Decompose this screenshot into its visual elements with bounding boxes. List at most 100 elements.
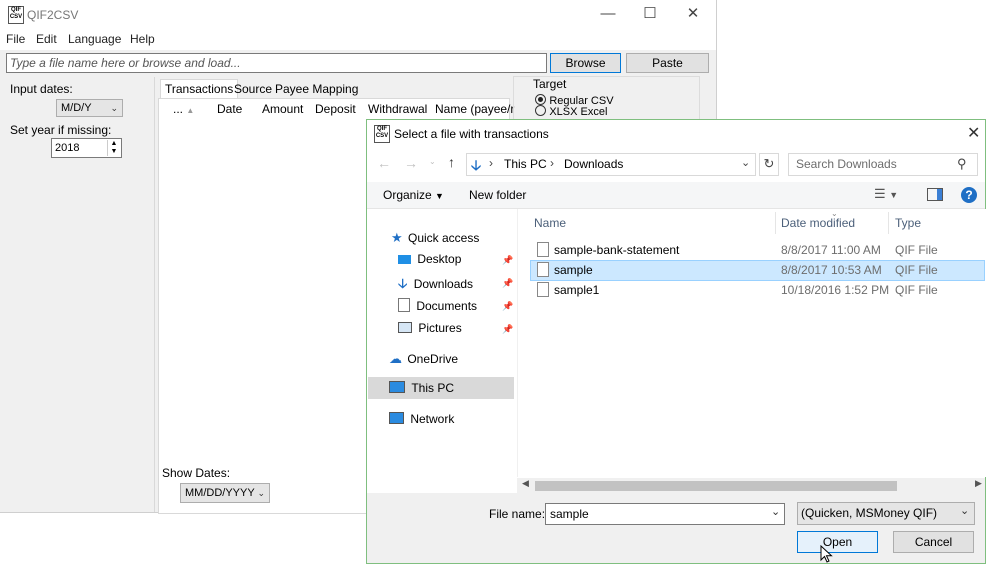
file-type: QIF File	[895, 243, 938, 257]
column-header-amount[interactable]: Amount	[262, 102, 303, 116]
chevron-down-icon: ⌄	[960, 505, 970, 517]
close-button[interactable]: ✕	[671, 0, 715, 28]
scroll-right-icon[interactable]: ▶	[975, 478, 982, 489]
dialog-close-icon[interactable]: ✕	[967, 123, 980, 143]
desktop-icon	[398, 255, 411, 264]
path-input[interactable]: Type a file name here or browse and load…	[6, 53, 547, 73]
address-chevron-down-icon[interactable]: ⌄	[741, 156, 750, 169]
column-header-name[interactable]: Name (payee/r	[435, 102, 514, 116]
nav-documents[interactable]: Documents	[398, 298, 477, 313]
pin-icon: 📌	[502, 255, 514, 265]
search-placeholder: Search Downloads	[796, 157, 897, 171]
chevron-down-icon[interactable]: ⌄	[771, 505, 780, 518]
nav-downloads[interactable]: 🡣 Downloads	[398, 275, 473, 297]
sort-up-icon: ▲	[186, 106, 195, 115]
breadcrumb-this-pc[interactable]: This PC	[504, 157, 547, 171]
nav-network[interactable]: Network	[389, 412, 454, 426]
column-header-date[interactable]: Date	[217, 102, 242, 116]
new-folder-button[interactable]: New folder	[469, 188, 526, 202]
chevron-down-icon: ⌄	[110, 103, 118, 113]
chevron-right-icon: ›	[550, 156, 554, 170]
breadcrumb-downloads[interactable]: Downloads	[564, 157, 623, 171]
scroll-left-icon[interactable]: ◀	[522, 478, 529, 489]
column-divider[interactable]	[775, 212, 776, 234]
file-row-selected[interactable]: sample 8/8/2017 10:53 AM QIF File	[530, 260, 985, 281]
chevron-right-icon: ›	[489, 156, 493, 170]
view-options-icon[interactable]: ☰ ▼	[874, 186, 898, 202]
app-icon: QIF CSV	[374, 125, 390, 143]
tab-payee-mapping[interactable]: Payee Mapping	[271, 80, 362, 98]
file-name-input[interactable]: sample ⌄	[545, 503, 785, 525]
file-type: QIF File	[895, 283, 938, 297]
refresh-icon[interactable]: ↻	[759, 153, 779, 176]
file-name: sample	[554, 263, 593, 277]
back-arrow-icon[interactable]: ←	[377, 155, 391, 171]
nav-pictures[interactable]: Pictures	[398, 321, 462, 335]
input-dates-value: M/D/Y	[61, 102, 92, 114]
file-row[interactable]: sample-bank-statement 8/8/2017 11:00 AM …	[530, 240, 985, 259]
search-input[interactable]: Search Downloads ⚲	[788, 153, 978, 176]
browse-button[interactable]: Browse	[550, 53, 621, 73]
file-row[interactable]: sample1 10/18/2016 1:52 PM QIF File	[530, 280, 985, 299]
chevron-down-icon: ⌄	[257, 488, 265, 498]
nav-onedrive[interactable]: ☁ OneDrive	[389, 351, 458, 367]
file-type: QIF File	[895, 263, 938, 277]
cancel-button[interactable]: Cancel	[893, 531, 974, 553]
window-title: QIF2CSV	[27, 8, 79, 22]
forward-arrow-icon[interactable]: →	[404, 155, 418, 171]
column-name[interactable]: Name	[534, 216, 566, 230]
title-bar: QIF CSV QIF2CSV — ☐ ✕	[0, 0, 716, 30]
network-icon	[389, 412, 404, 424]
menu-language[interactable]: Language	[68, 32, 121, 46]
pictures-icon	[398, 322, 412, 333]
menu-edit[interactable]: Edit	[36, 32, 57, 46]
search-icon: ⚲	[957, 156, 967, 171]
file-date: 8/8/2017 10:53 AM	[781, 263, 882, 277]
address-bar[interactable]: 🡣 › This PC › Downloads ⌄	[466, 153, 756, 176]
paste-button[interactable]: Paste	[626, 53, 709, 73]
column-header-more[interactable]: ... ▲	[173, 102, 194, 116]
column-header-deposit[interactable]: Deposit	[315, 102, 356, 116]
file-open-dialog: QIF CSV Select a file with transactions …	[366, 119, 986, 564]
file-name: sample1	[554, 283, 600, 297]
pin-icon: 📌	[502, 324, 514, 334]
column-type[interactable]: Type	[895, 216, 921, 230]
file-date: 8/8/2017 11:00 AM	[781, 243, 881, 257]
help-icon[interactable]: ?	[961, 187, 977, 203]
column-date-modified[interactable]: Date modified	[781, 216, 855, 230]
file-icon	[537, 282, 549, 297]
set-year-label: Set year if missing:	[10, 123, 112, 137]
nav-desktop[interactable]: Desktop	[398, 252, 461, 266]
maximize-button[interactable]: ☐	[628, 0, 672, 28]
up-arrow-icon[interactable]: ↑	[448, 154, 455, 170]
radio-xlsx-excel[interactable]: XLSX Excel	[535, 104, 607, 118]
horizontal-scrollbar[interactable]: ◀ ▶	[517, 478, 985, 493]
file-type-filter-select[interactable]: (Quicken, MSMoney QIF) ⌄	[797, 502, 975, 525]
cloud-icon: ☁	[389, 351, 402, 366]
file-date: 10/18/2016 1:52 PM	[781, 283, 890, 297]
scrollbar-thumb[interactable]	[535, 481, 897, 491]
minimize-button[interactable]: —	[586, 0, 630, 28]
organize-button[interactable]: Organize ▼	[383, 188, 444, 202]
file-name-value: sample	[550, 507, 589, 521]
column-header-withdrawal[interactable]: Withdrawal	[368, 102, 427, 116]
show-dates-value: MM/DD/YYYY	[185, 487, 255, 499]
recent-chevron-down-icon[interactable]: ⌄	[429, 157, 436, 166]
nav-quick-access[interactable]: ★ Quick access	[391, 230, 479, 246]
open-button[interactable]: Open	[797, 531, 878, 553]
menu-help[interactable]: Help	[130, 32, 155, 46]
menu-file[interactable]: File	[6, 32, 25, 46]
file-name-label: File name:	[489, 507, 546, 521]
tab-source[interactable]: Source	[230, 80, 276, 98]
input-dates-select[interactable]: M/D/Y ⌄	[56, 99, 123, 117]
show-dates-select[interactable]: MM/DD/YYYY ⌄	[180, 483, 270, 503]
downloads-arrow-icon: 🡣	[471, 157, 482, 173]
year-stepper[interactable]: 2018 ▲ ▼	[51, 138, 122, 158]
file-icon	[537, 262, 549, 277]
stepper-arrows-icon[interactable]: ▲ ▼	[107, 140, 120, 156]
file-icon	[537, 242, 549, 257]
star-icon: ★	[391, 230, 403, 245]
tab-transactions[interactable]: Transactions	[160, 79, 239, 99]
column-divider[interactable]	[888, 212, 889, 234]
preview-pane-icon[interactable]	[927, 188, 943, 201]
